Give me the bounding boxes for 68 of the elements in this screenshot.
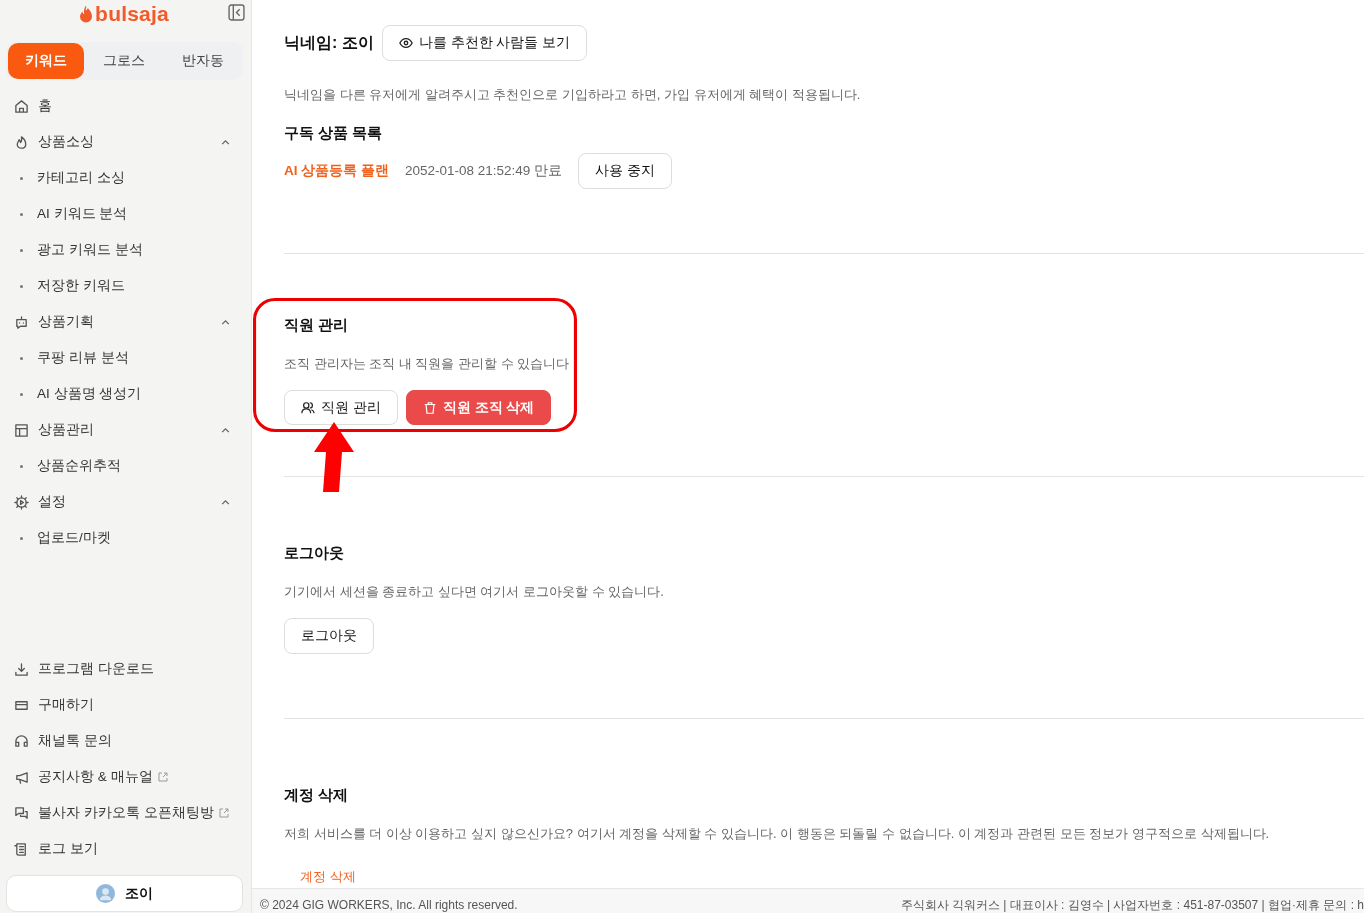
megaphone-icon	[14, 769, 29, 785]
logo-text: bulsaja	[95, 2, 169, 26]
headset-icon	[14, 733, 29, 749]
section-title: 직원 관리	[284, 316, 350, 335]
submenu-item[interactable]: 저장한 키워드	[6, 268, 243, 304]
submenu-item[interactable]: AI 상품명 생성기	[6, 376, 243, 412]
nickname-description: 닉네임을 다른 유저에게 알려주시고 추천인으로 기입하라고 하면, 가입 유저에게 혜택이 적용됩니다.	[284, 86, 861, 104]
menu-item[interactable]: 채널톡 문의	[6, 723, 243, 759]
collapse-sidebar-icon[interactable]	[228, 4, 245, 21]
flame-icon	[14, 134, 29, 150]
section-title: 로그아웃	[284, 544, 344, 563]
view-referrers-button[interactable]: 나를 추천한 사람들 보기	[381, 25, 588, 61]
menu-item[interactable]: 홈	[6, 88, 243, 124]
bullet-icon	[20, 176, 23, 180]
expiry-date: 2052-01-08 21:52:49 만료	[405, 162, 563, 180]
section-title: 구독 상품 목록	[284, 124, 383, 143]
menu-item[interactable]: 공지사항 & 매뉴얼	[6, 759, 243, 795]
bullet-icon	[20, 212, 23, 216]
flame-logo-icon	[80, 4, 93, 24]
submenu-item[interactable]: 카테고리 소싱	[6, 160, 243, 196]
logout-description: 기기에서 세션을 종료하고 싶다면 여기서 로그아웃할 수 있습니다.	[284, 583, 664, 601]
logout-button[interactable]: 로그아웃	[284, 618, 374, 654]
external-link-icon	[218, 808, 229, 818]
menu-item[interactable]: 상품기획	[6, 304, 243, 340]
home-icon	[14, 98, 29, 114]
section-title: 계정 삭제	[284, 786, 349, 805]
copyright-text: © 2024 GIG WORKERS, Inc. All rights reserved.	[260, 897, 518, 913]
settings-icon	[14, 494, 29, 510]
avatar-icon	[96, 884, 115, 903]
bullet-icon	[20, 248, 23, 252]
nickname-heading: 닉네임: 조이	[284, 32, 374, 53]
download-icon	[14, 661, 29, 677]
staff-description: 조직 관리자는 조직 내 직원을 관리할 수 있습니다	[284, 355, 570, 373]
stop-use-button[interactable]: 사용 중지	[578, 153, 672, 189]
external-link-icon	[157, 772, 168, 782]
menu-item[interactable]: 구매하기	[6, 687, 243, 723]
delete-account-description: 저희 서비스를 더 이상 이용하고 싶지 않으신가요? 여기서 계정을 삭제할 수 있습니다. 이 행동은 되돌릴 수 없습니다. 이 계정과 관련된 모든 정보가 영구적으로 삭제됩니다.	[284, 825, 1270, 843]
company-info-text: 주식회사 긱워커스 | 대표이사 : 김영수 | 사업자번호 : 451-87-03507 | 협업·제휴 문의 : h	[900, 897, 1364, 913]
submenu-item[interactable]: 광고 키워드 분석	[6, 232, 243, 268]
bullet-icon	[20, 392, 23, 396]
bullet-icon	[20, 536, 23, 540]
robot-icon	[14, 314, 29, 330]
submenu-item[interactable]: AI 키워드 분석	[6, 196, 243, 232]
bullet-icon	[20, 464, 23, 468]
bullet-icon	[20, 284, 23, 288]
submenu-item[interactable]: 쿠팡 리뷰 분석	[6, 340, 243, 376]
layout-icon	[14, 422, 29, 438]
users-icon	[301, 400, 315, 415]
plan-name: AI 상품등록 플랜	[284, 162, 389, 180]
bullet-icon	[20, 356, 23, 360]
manage-staff-button[interactable]: 직원 관리	[284, 390, 398, 425]
submenu-item[interactable]: 업로드/마켓	[6, 520, 243, 556]
menu-item[interactable]: 상품소싱	[6, 124, 243, 160]
menu-item[interactable]: 불사자 카카오톡 오픈채팅방	[6, 795, 243, 831]
menu-item[interactable]: 프로그램 다운로드	[6, 651, 243, 687]
menu-item[interactable]: 설정	[6, 484, 243, 520]
mode-tab[interactable]: 반자동	[163, 43, 243, 79]
user-button[interactable]: 조이	[6, 875, 243, 912]
menu-item[interactable]: 로그 보기	[6, 831, 243, 867]
submenu-item[interactable]: 상품순위추적	[6, 448, 243, 484]
mode-tab[interactable]: 그로스	[84, 43, 164, 79]
scroll-icon	[14, 841, 29, 857]
menu-item[interactable]: 상품관리	[6, 412, 243, 448]
eye-icon	[398, 36, 413, 50]
pointer-arrow	[314, 422, 354, 492]
chat-icon	[14, 805, 29, 821]
trash-icon	[422, 400, 437, 415]
delete-staff-org-button[interactable]: 직원 조직 삭제	[405, 390, 552, 425]
